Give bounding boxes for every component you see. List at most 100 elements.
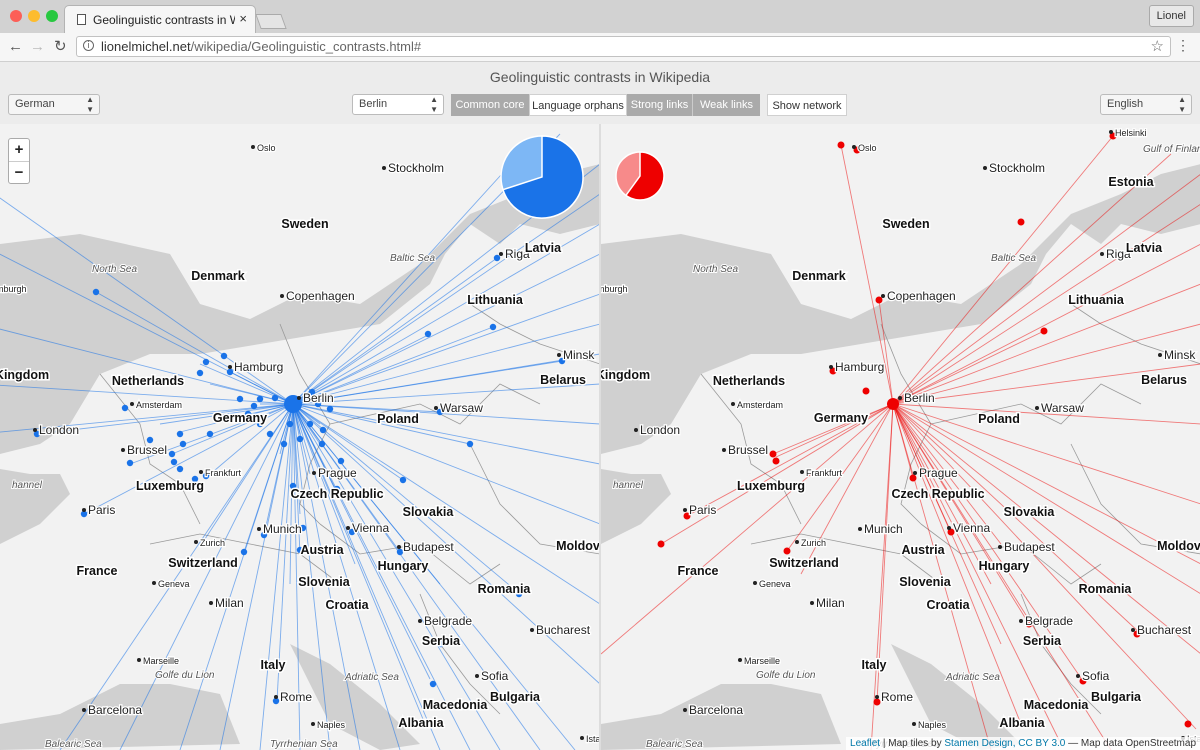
country-label: France: [678, 564, 719, 578]
city-label: Oslo: [257, 143, 276, 153]
link-dot: [92, 288, 100, 296]
sea-label: hannel: [613, 480, 644, 491]
city-select[interactable]: Berlin ▲ ▼: [352, 94, 444, 115]
country-label: Italy: [260, 658, 285, 672]
profile-button[interactable]: Lionel: [1148, 5, 1194, 27]
link-dot: [121, 404, 129, 412]
country-label: Slovakia: [403, 505, 455, 519]
link-dot: [196, 369, 204, 377]
right-map-canvas[interactable]: North Sea Baltic Sea Golfe du Lion Adriatic…: [601, 124, 1200, 750]
city-marker: [199, 470, 203, 474]
country-label: Lithuania: [467, 293, 524, 307]
address-bar[interactable]: i lionelmichel.net/wikipedia/Geolinguist…: [76, 36, 1171, 57]
show-network-button[interactable]: Show network: [767, 94, 847, 116]
city-marker: [829, 365, 833, 369]
left-language-value: German: [15, 98, 55, 110]
country-label: Albania: [999, 716, 1045, 730]
link-dot: [306, 420, 314, 428]
sea-label: Golfe du Lion: [756, 670, 816, 681]
attribution-text: — Map data OpenStreetmap: [1065, 738, 1196, 749]
city-label: Hamburg: [835, 360, 884, 374]
city-label: Munich: [864, 522, 903, 536]
stamen-link[interactable]: Stamen Design, CC BY 3.0: [944, 738, 1065, 749]
language-orphans-button[interactable]: Language orphans: [529, 94, 627, 116]
city-marker: [1019, 619, 1023, 623]
city-marker: [557, 353, 561, 357]
new-tab-button[interactable]: [255, 14, 287, 29]
maximize-window-icon[interactable]: [46, 10, 58, 22]
minimize-window-icon[interactable]: [28, 10, 40, 22]
city-label: Prague: [919, 466, 958, 480]
right-map[interactable]: North Sea Baltic Sea Golfe du Lion Adriatic…: [601, 124, 1200, 750]
select-arrows-icon: ▲ ▼: [86, 95, 94, 114]
link-dot: [286, 420, 294, 428]
city-label: Brussel: [127, 443, 167, 457]
city-marker: [475, 674, 479, 678]
sea-label: Tyrrhenian Sea: [270, 739, 338, 750]
common-core-button[interactable]: Common core: [451, 94, 529, 116]
link-dot: [1017, 218, 1025, 226]
link-dot: [873, 698, 881, 706]
city-marker: [898, 396, 902, 400]
city-label: Berlin: [904, 391, 935, 405]
close-window-icon[interactable]: [10, 10, 22, 22]
city-label: Bucharest: [1137, 623, 1192, 637]
link-dot: [236, 395, 244, 403]
zoom-out-button[interactable]: −: [9, 162, 29, 184]
link-dot: [170, 458, 178, 466]
country-label: Czech Republic: [290, 487, 383, 501]
country-label: Moldov: [1157, 539, 1200, 553]
weak-links-button[interactable]: Weak links: [693, 94, 760, 116]
browser-tab[interactable]: Geolinguistic contrasts in Wikipedia ×: [64, 5, 256, 33]
city-marker: [998, 545, 1002, 549]
city-label: Minsk: [1164, 348, 1196, 362]
country-label: Germany: [213, 411, 267, 425]
city-label: Minsk: [563, 348, 595, 362]
city-label: Geneva: [759, 579, 791, 589]
forward-arrow-icon[interactable]: →: [30, 38, 45, 56]
browser-menu-icon[interactable]: ⋮: [1176, 37, 1190, 54]
sea-label: Adriatic Sea: [344, 672, 399, 683]
link-dot: [226, 368, 234, 376]
city-label: Stockholm: [989, 161, 1045, 175]
city-label: Naples: [918, 720, 947, 730]
city-marker: [130, 402, 134, 406]
strong-links-button[interactable]: Strong links: [627, 94, 693, 116]
country-label: Poland: [978, 412, 1020, 426]
link-dot: [240, 548, 248, 556]
city-marker: [397, 545, 401, 549]
bookmark-star-icon[interactable]: ☆: [1151, 37, 1164, 55]
right-language-select[interactable]: English ▲ ▼: [1100, 94, 1192, 115]
city-label: Milan: [816, 596, 845, 610]
left-map[interactable]: North Sea Baltic Sea Golfe du Lion Adriatic…: [0, 124, 600, 750]
city-marker: [947, 526, 951, 530]
leaflet-link[interactable]: Leaflet: [850, 738, 880, 749]
city-marker: [738, 658, 742, 662]
reload-icon[interactable]: ↻: [54, 38, 67, 56]
left-map-canvas[interactable]: North Sea Baltic Sea Golfe du Lion Adriatic…: [0, 124, 600, 750]
country-label: Hungary: [378, 559, 429, 573]
select-arrows-icon: ▲ ▼: [430, 95, 438, 114]
city-marker: [152, 581, 156, 585]
city-label: Munich: [263, 522, 302, 536]
zoom-in-button[interactable]: +: [9, 139, 29, 162]
link-dot: [176, 430, 184, 438]
city-marker: [434, 406, 438, 410]
country-label: Switzerland: [769, 556, 838, 570]
country-label: Slovenia: [298, 575, 350, 589]
city-label: Bucharest: [536, 623, 591, 637]
tab-close-icon[interactable]: ×: [239, 11, 247, 26]
country-label: Croatia: [325, 598, 369, 612]
sea-label: North Sea: [92, 264, 137, 275]
country-label: Czech Republic: [891, 487, 984, 501]
country-label: France: [77, 564, 118, 578]
back-arrow-icon[interactable]: ←: [8, 38, 23, 56]
city-marker: [1035, 406, 1039, 410]
info-icon[interactable]: i: [83, 40, 94, 51]
left-language-select[interactable]: German ▲ ▼: [8, 94, 100, 115]
url-text: lionelmichel.net/wikipedia/Geolinguistic…: [101, 39, 421, 54]
city-label: Milan: [215, 596, 244, 610]
city-marker: [33, 428, 37, 432]
link-dot: [909, 474, 917, 482]
city-label: Hamburg: [234, 360, 283, 374]
